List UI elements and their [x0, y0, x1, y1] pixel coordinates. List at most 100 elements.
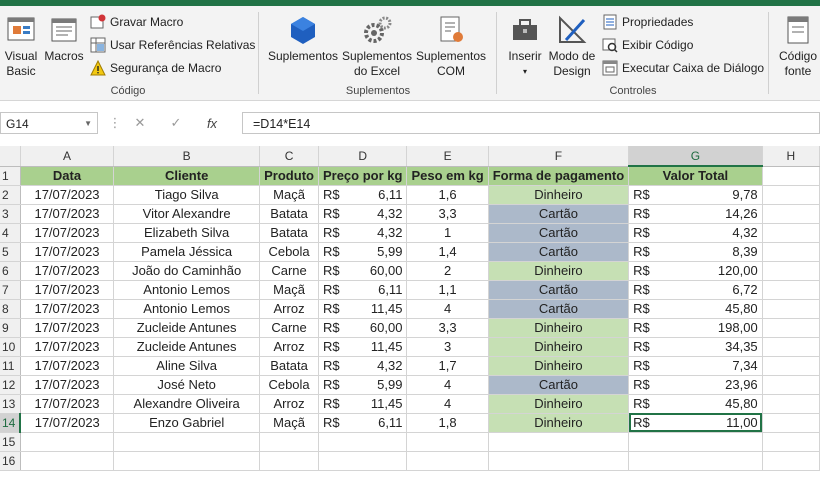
cell-peso[interactable]: 1,4	[406, 242, 489, 262]
codigo-fonte-button[interactable]: Código fonte	[776, 10, 820, 79]
cell-cliente[interactable]: José Neto	[113, 375, 261, 395]
cell-produto[interactable]: Maçã	[259, 280, 319, 300]
empty-cell[interactable]	[406, 451, 489, 471]
column-header-c[interactable]: C	[259, 146, 319, 167]
cancel-icon[interactable]: ✕	[122, 115, 158, 131]
cell-cliente[interactable]: Elizabeth Silva	[113, 223, 261, 243]
empty-cell[interactable]	[20, 432, 115, 452]
cell-valor-total[interactable]: R$ 45,80	[628, 299, 763, 319]
cell-preco[interactable]: R$ 11,45	[318, 337, 408, 357]
row-header[interactable]: 2	[0, 185, 21, 205]
empty-cell[interactable]	[488, 432, 630, 452]
cell-produto[interactable]: Batata	[259, 223, 319, 243]
row-header[interactable]: 13	[0, 394, 21, 414]
cell-valor-total[interactable]: R$ 45,80	[628, 394, 763, 414]
cell-forma-pagamento[interactable]: Dinheiro	[488, 356, 630, 376]
empty-cell[interactable]	[762, 204, 820, 224]
cell-forma-pagamento[interactable]: Dinheiro	[488, 185, 630, 205]
cell-peso[interactable]: 1,1	[406, 280, 489, 300]
gravar-macro-button[interactable]: Gravar Macro	[90, 12, 183, 32]
cell-forma-pagamento[interactable]: Cartão	[488, 223, 630, 243]
cell-valor-total[interactable]: R$ 7,34	[628, 356, 763, 376]
cell-preco[interactable]: R$ 4,32	[318, 356, 408, 376]
cell-forma-pagamento[interactable]: Cartão	[488, 280, 630, 300]
cell-preco[interactable]: R$ 4,32	[318, 223, 408, 243]
cell-valor-total[interactable]: R$ 11,00	[628, 413, 763, 433]
cell-cliente[interactable]: Vitor Alexandre	[113, 204, 261, 224]
column-header-g[interactable]: G	[628, 146, 763, 167]
row-header[interactable]: 5	[0, 242, 21, 262]
cell-peso[interactable]: 4	[406, 299, 489, 319]
propriedades-button[interactable]: Propriedades	[602, 12, 693, 32]
cell-data[interactable]: 17/07/2023	[20, 394, 115, 414]
header-cell-produto[interactable]: Produto	[259, 166, 319, 186]
cell-preco[interactable]: R$ 11,45	[318, 394, 408, 414]
cell-cliente[interactable]: Pamela Jéssica	[113, 242, 261, 262]
header-cell-valor[interactable]: Valor Total	[628, 166, 763, 186]
empty-cell[interactable]	[628, 432, 763, 452]
cell-valor-total[interactable]: R$ 9,78	[628, 185, 763, 205]
empty-cell[interactable]	[259, 432, 319, 452]
cell-data[interactable]: 17/07/2023	[20, 299, 115, 319]
empty-cell[interactable]	[762, 261, 820, 281]
cell-peso[interactable]: 1	[406, 223, 489, 243]
row-header[interactable]: 4	[0, 223, 21, 243]
empty-cell[interactable]	[762, 413, 820, 433]
cell-forma-pagamento[interactable]: Cartão	[488, 375, 630, 395]
cell-valor-total[interactable]: R$ 198,00	[628, 318, 763, 338]
cell-peso[interactable]: 1,8	[406, 413, 489, 433]
empty-cell[interactable]	[762, 299, 820, 319]
header-cell-preco[interactable]: Preço por kg	[318, 166, 408, 186]
visual-basic-button[interactable]: Visual Basic	[2, 10, 40, 79]
cell-cliente[interactable]: Alexandre Oliveira	[113, 394, 261, 414]
empty-cell[interactable]	[762, 223, 820, 243]
cell-forma-pagamento[interactable]: Cartão	[488, 242, 630, 262]
empty-cell[interactable]	[113, 451, 261, 471]
cell-produto[interactable]: Arroz	[259, 299, 319, 319]
cell-data[interactable]: 17/07/2023	[20, 242, 115, 262]
row-header[interactable]: 10	[0, 337, 21, 357]
suplementos-com-button[interactable]: Suplementos COM	[414, 10, 488, 79]
formula-input[interactable]: =D14*E14	[242, 112, 820, 134]
empty-cell[interactable]	[406, 432, 489, 452]
cell-cliente[interactable]: Zucleide Antunes	[113, 337, 261, 357]
empty-cell[interactable]	[762, 432, 820, 452]
empty-cell[interactable]	[762, 375, 820, 395]
cell-preco[interactable]: R$ 11,45	[318, 299, 408, 319]
cell-preco[interactable]: R$ 6,11	[318, 280, 408, 300]
cell-valor-total[interactable]: R$ 14,26	[628, 204, 763, 224]
cell-preco[interactable]: R$ 5,99	[318, 375, 408, 395]
column-header-e[interactable]: E	[406, 146, 489, 167]
cell-valor-total[interactable]: R$ 23,96	[628, 375, 763, 395]
cell-valor-total[interactable]: R$ 8,39	[628, 242, 763, 262]
cell-preco[interactable]: R$ 6,11	[318, 413, 408, 433]
cell-cliente[interactable]: Zucleide Antunes	[113, 318, 261, 338]
enter-check-icon[interactable]: ✓	[158, 115, 194, 131]
name-box[interactable]: G14 ▼	[0, 112, 98, 134]
cell-preco[interactable]: R$ 60,00	[318, 318, 408, 338]
cell-produto[interactable]: Batata	[259, 204, 319, 224]
header-cell-forma[interactable]: Forma de pagamento	[488, 166, 630, 186]
cell-forma-pagamento[interactable]: Cartão	[488, 204, 630, 224]
cell-forma-pagamento[interactable]: Dinheiro	[488, 394, 630, 414]
cell-produto[interactable]: Maçã	[259, 413, 319, 433]
seguranca-macro-button[interactable]: Segurança de Macro	[90, 58, 221, 78]
empty-cell[interactable]	[318, 432, 408, 452]
row-header[interactable]: 1	[0, 166, 21, 186]
row-header[interactable]: 12	[0, 375, 21, 395]
empty-cell[interactable]	[20, 451, 115, 471]
cell-peso[interactable]: 3,3	[406, 204, 489, 224]
cell-cliente[interactable]: Enzo Gabriel	[113, 413, 261, 433]
empty-cell[interactable]	[762, 280, 820, 300]
column-header-a[interactable]: A	[20, 146, 115, 167]
empty-cell[interactable]	[762, 337, 820, 357]
cell-cliente[interactable]: Tiago Silva	[113, 185, 261, 205]
chevron-down-icon[interactable]: ▼	[84, 113, 92, 135]
cell-data[interactable]: 17/07/2023	[20, 375, 115, 395]
empty-cell[interactable]	[318, 451, 408, 471]
row-header[interactable]: 14	[0, 413, 22, 433]
column-header-b[interactable]: B	[113, 146, 261, 167]
cell-peso[interactable]: 3,3	[406, 318, 489, 338]
row-header[interactable]: 8	[0, 299, 21, 319]
row-header[interactable]: 3	[0, 204, 21, 224]
